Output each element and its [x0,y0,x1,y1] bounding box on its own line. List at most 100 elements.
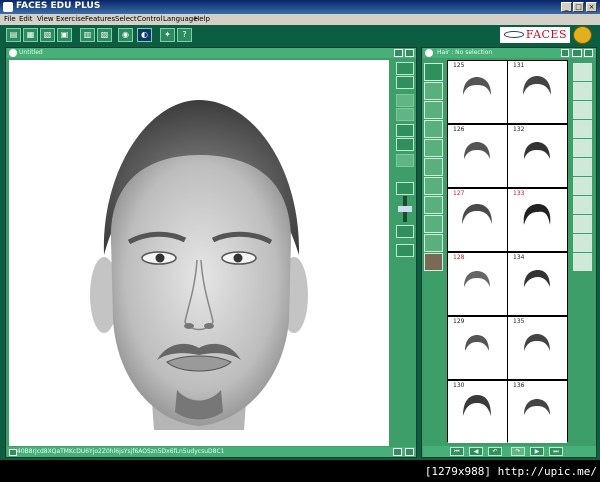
title-bar: FACES EDU PLUS _ □ × [0,0,600,14]
feature-item[interactable]: 134 [508,253,567,315]
profile-face-icon[interactable]: ◐ [137,28,152,42]
feature-item[interactable]: 129 [448,317,507,379]
feature-menu-icon[interactable] [425,49,433,57]
category-hair-icon[interactable] [424,63,443,81]
category-skin-icon[interactable] [424,253,443,271]
last-page-icon[interactable]: ⏭ [549,447,563,456]
view-eye-icon[interactable]: ◉ [118,28,133,42]
stretch-icon[interactable] [396,94,414,107]
feature-item[interactable]: 128 [448,253,507,315]
feature-number: 129 [453,318,465,325]
menu-edit[interactable]: Edit [19,15,33,23]
menu-help[interactable]: Help [194,15,210,23]
feature-number: 133 [513,190,525,197]
minimize-button[interactable]: _ [561,2,572,12]
feature-navigation: ⏮ ◀ ↶ ↷ ▶ ⏭ [423,446,596,457]
feature-scar-icon[interactable] [573,196,592,214]
menu-file[interactable]: File [4,15,16,23]
menu-exercise[interactable]: Exercise [56,15,85,23]
save-icon[interactable]: ▣ [57,28,72,42]
category-moustache-icon[interactable] [424,196,443,214]
feature-lips-icon[interactable] [573,82,592,100]
folder-icon[interactable] [572,49,582,57]
hair-thumbnail [464,271,490,287]
category-eyes-icon[interactable] [424,120,443,138]
hair-thumbnail [464,142,490,159]
menu-view[interactable]: View [37,15,54,23]
new-file-icon[interactable]: ▤ [6,28,21,42]
feature-item[interactable]: 127 [448,189,507,251]
menu-features[interactable]: Features [85,15,115,23]
feature-item[interactable]: 133 [508,189,567,251]
category-lips-icon[interactable] [424,158,443,176]
category-beard-icon[interactable] [424,215,443,233]
feature-number: 135 [513,318,525,325]
feature-item[interactable]: 132 [508,125,567,187]
feature-title: Hair : No selection [437,49,493,56]
logo-eye-icon [504,31,524,38]
maximize-button[interactable]: □ [573,2,584,12]
hair-thumbnail [524,142,550,159]
move-down-icon[interactable] [396,76,414,89]
back-icon[interactable]: ↶ [488,447,502,456]
search-icon[interactable] [584,49,593,57]
first-page-icon[interactable]: ⏮ [450,447,464,456]
panel-menu-icon[interactable] [9,49,17,57]
feature-lines-icon[interactable] [573,101,592,119]
menu-language[interactable]: Language [163,15,198,23]
menu-control[interactable]: Control [137,15,162,23]
split-view-icon[interactable] [561,49,569,57]
feature-number: 130 [453,382,465,389]
feature-item[interactable]: 135 [508,317,567,379]
export-icon[interactable]: ▥ [80,28,95,42]
hair-thumbnail [523,76,551,95]
open-file-icon[interactable]: ▧ [40,28,55,42]
feature-item[interactable]: 130 [448,381,507,443]
hair-thumbnail [524,399,550,415]
forward-icon[interactable]: ↷ [511,447,525,456]
composite-panel-header: Untitled [7,48,416,58]
feature-ears-icon[interactable] [573,63,592,81]
feature-tools-icon[interactable] [573,253,592,271]
print-icon[interactable]: ▨ [97,28,112,42]
menu-select[interactable]: Select [115,15,137,23]
code-menu-icon[interactable] [405,448,414,456]
next-page-icon[interactable]: ▶ [530,447,544,456]
slider-handle[interactable] [398,206,412,212]
feature-glasses-icon[interactable] [573,120,592,138]
feature-item[interactable]: 131 [508,61,567,123]
keyboard-icon[interactable] [9,449,17,456]
category-chin-icon[interactable] [424,177,443,195]
palette-icon[interactable] [396,138,414,151]
category-brows-icon[interactable] [424,101,443,119]
feature-mark-icon[interactable] [573,215,592,233]
delete-icon[interactable] [396,244,414,257]
category-nose-icon[interactable] [424,139,443,157]
feature-item[interactable]: 136 [508,381,567,443]
slider-up-icon[interactable] [396,182,414,195]
feature-item[interactable]: 126 [448,125,507,187]
category-head-icon[interactable] [424,82,443,100]
face-canvas[interactable] [9,60,389,446]
swap-icon[interactable] [396,124,414,137]
rotate-icon[interactable] [396,154,414,167]
pen-icon[interactable] [405,49,414,57]
feature-number: 126 [453,126,465,133]
bulb-icon[interactable]: ✦ [160,28,175,42]
open-folder-icon[interactable]: ▦ [23,28,38,42]
status-strip: [1279x988] http://upic.me/ [0,460,600,482]
close-button[interactable]: × [586,2,597,12]
category-neck-icon[interactable] [424,234,443,252]
feature-teeth-icon[interactable] [573,158,592,176]
feature-tattoo-icon[interactable] [573,234,592,252]
feature-item[interactable]: 125 [448,61,507,123]
shrink-icon[interactable] [396,108,414,121]
slider-down-icon[interactable] [396,225,414,238]
copy-code-icon[interactable] [393,448,402,456]
move-up-icon[interactable] [396,62,414,75]
window-mode-icon[interactable] [394,49,403,57]
feature-mouth-icon[interactable] [573,139,592,157]
prev-page-icon[interactable]: ◀ [469,447,483,456]
help-icon[interactable]: ? [177,28,192,42]
feature-spectacles-icon[interactable] [573,177,592,195]
